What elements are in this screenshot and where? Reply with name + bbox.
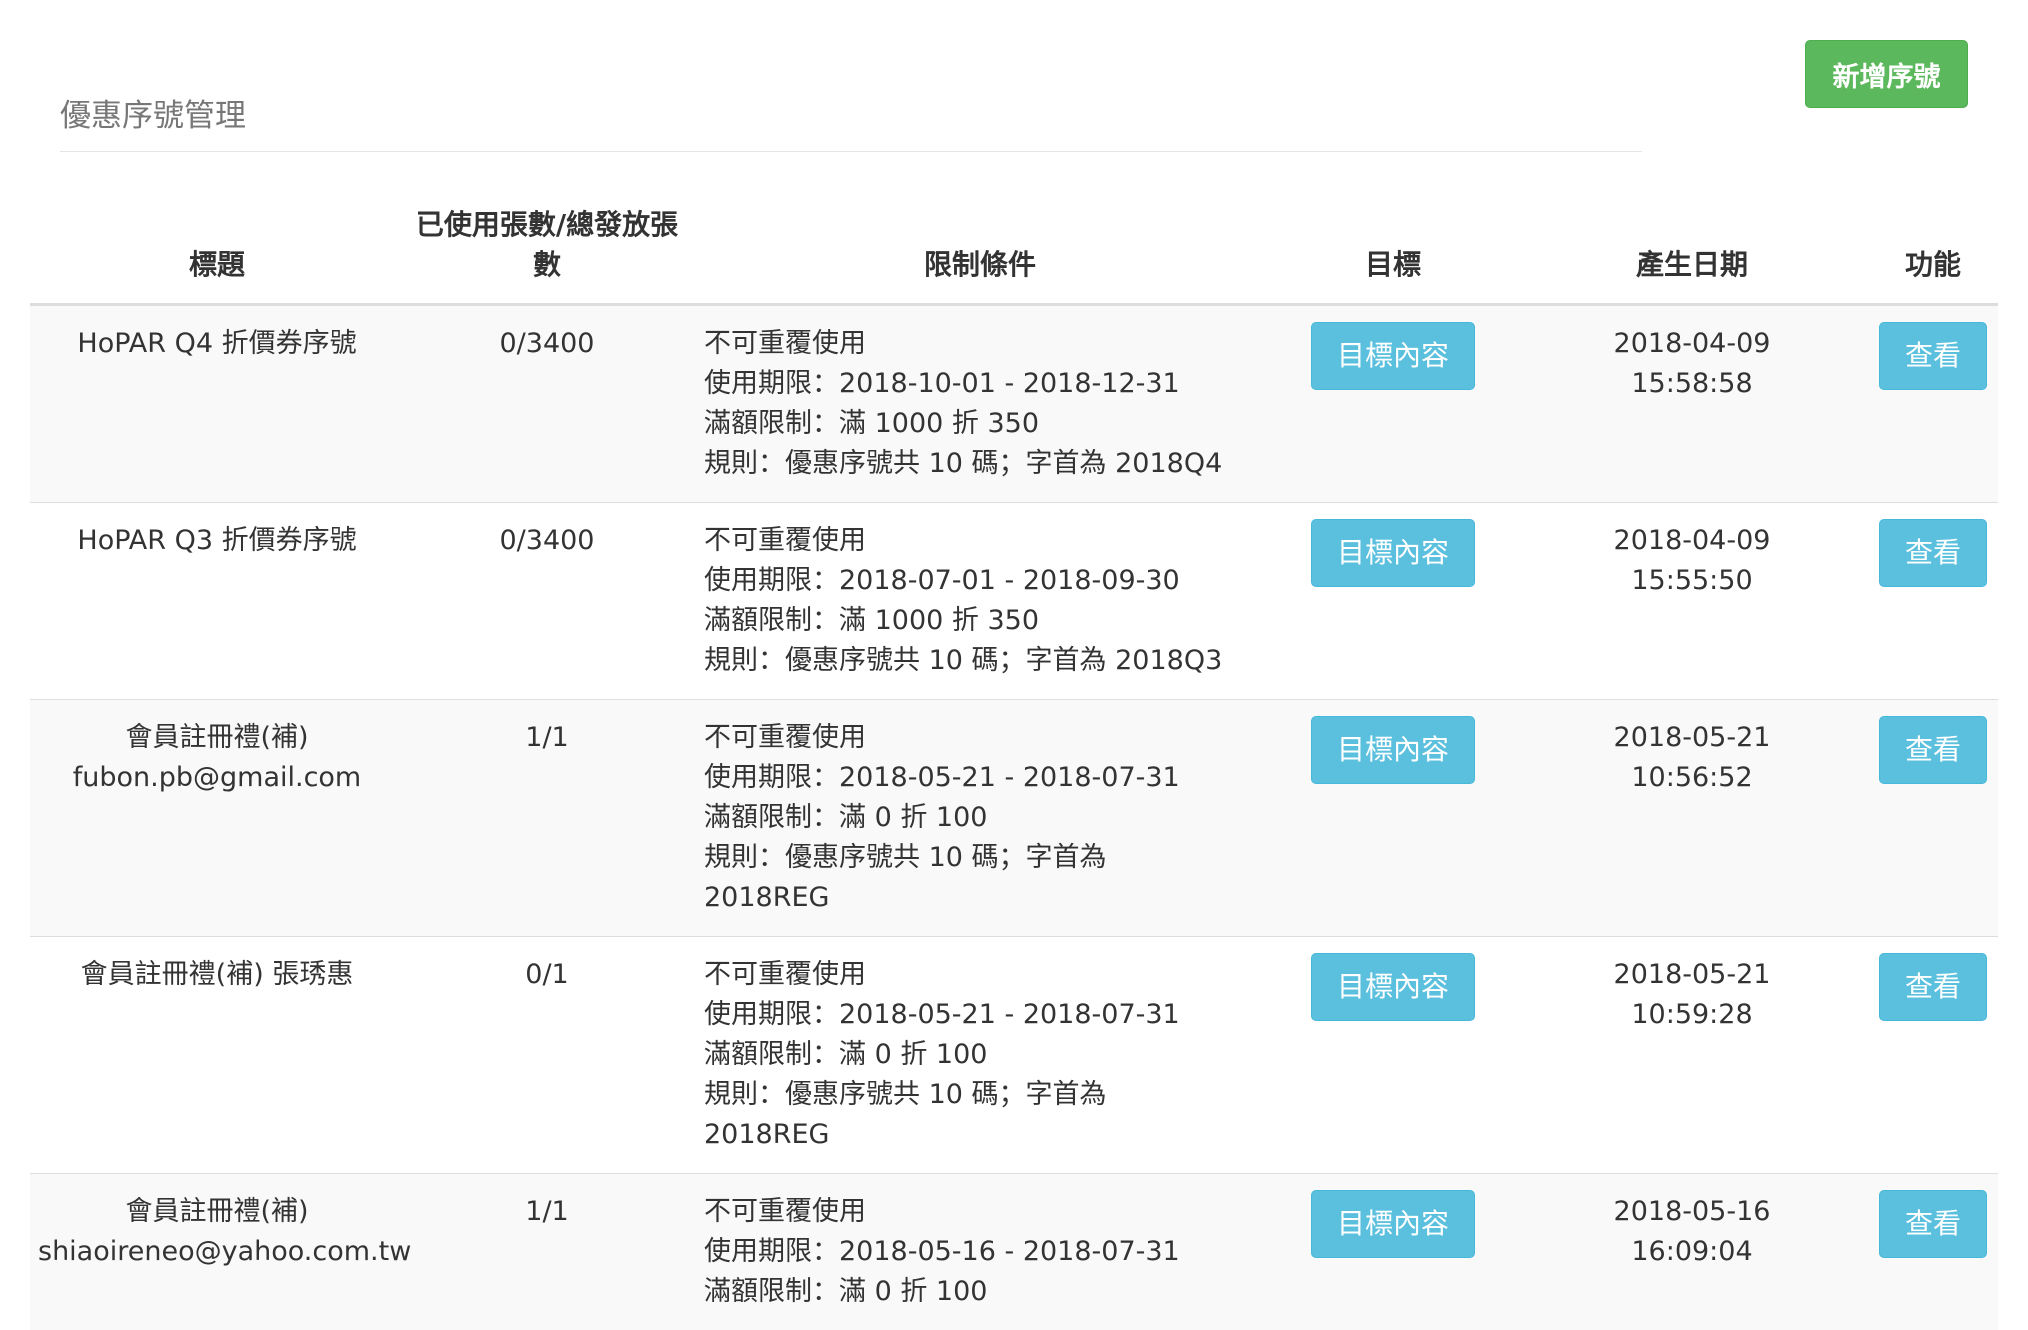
condition-line: 不可重覆使用 — [704, 721, 866, 753]
table-row: 會員註冊禮(補) 張琇惠 0/1 不可重覆使用 使用期限：2018-05-21 - 2… — [30, 935, 1998, 1173]
condition-line: 規則：優惠序號共 10 碼；字首為 — [704, 841, 1107, 873]
cell-title: 會員註冊禮(補) 張琇惠 — [30, 935, 404, 1173]
table-row: 會員註冊禮(補) shiaoireneo@yahoo.com.tw 1/1 不可重覆使… — [30, 1172, 1998, 1330]
cell-function: 查看 — [1868, 303, 1998, 502]
created-date: 2018-05-21 — [1613, 958, 1771, 990]
cell-target: 目標內容 — [1270, 1172, 1516, 1330]
column-header-conditions: 限制條件 — [690, 200, 1270, 306]
cell-target: 目標內容 — [1270, 501, 1516, 699]
created-time: 10:59:28 — [1631, 998, 1753, 1030]
coupon-table: 標題 已使用張數/總發放張數 限制條件 目標 產生日期 功能 HoPAR Q4 … — [30, 200, 1998, 1330]
cell-count: 1/1 — [404, 1172, 690, 1330]
cell-count: 0/1 — [404, 935, 690, 1173]
cell-date: 2018-05-21 10:59:28 — [1516, 935, 1868, 1173]
table-row: 會員註冊禮(補) fubon.pb@gmail.com 1/1 不可重覆使用 使用期限：… — [30, 698, 1998, 936]
cell-date: 2018-05-21 10:56:52 — [1516, 698, 1868, 936]
condition-line: 規則：優惠序號共 10 碼；字首為 — [704, 1078, 1107, 1110]
cell-target: 目標內容 — [1270, 303, 1516, 502]
table-row: HoPAR Q4 折價券序號 0/3400 不可重覆使用 使用期限：2018-10-0… — [30, 303, 1998, 502]
condition-line: 規則：優惠序號共 10 碼；字首為 2018Q3 — [704, 644, 1223, 676]
title-line: 會員註冊禮(補) 張琇惠 — [80, 958, 354, 990]
column-header-function: 功能 — [1868, 200, 1998, 306]
created-date: 2018-05-16 — [1613, 1195, 1771, 1227]
target-content-button[interactable]: 目標內容 — [1311, 518, 1475, 587]
cell-target: 目標內容 — [1270, 698, 1516, 936]
condition-line: 使用期限：2018-07-01 - 2018-09-30 — [704, 564, 1180, 596]
condition-line: 不可重覆使用 — [704, 524, 866, 556]
cell-date: 2018-05-16 16:09:04 — [1516, 1172, 1868, 1330]
cell-title: HoPAR Q3 折價券序號 — [30, 501, 404, 699]
condition-line: 使用期限：2018-05-21 - 2018-07-31 — [704, 998, 1180, 1030]
condition-line: 不可重覆使用 — [704, 327, 866, 359]
view-button[interactable]: 查看 — [1879, 321, 1987, 390]
created-time: 16:09:04 — [1631, 1235, 1753, 1267]
cell-function: 查看 — [1868, 935, 1998, 1173]
title-line: fubon.pb@gmail.com — [72, 761, 362, 793]
cell-title: 會員註冊禮(補) shiaoireneo@yahoo.com.tw — [30, 1172, 412, 1330]
condition-line: 2018REG — [704, 1118, 830, 1150]
created-date: 2018-04-09 — [1613, 327, 1771, 359]
cell-conditions: 不可重覆使用使用期限：2018-07-01 - 2018-09-30 滿額限制：滿… — [690, 501, 1270, 699]
column-header-count: 已使用張數/總發放張數 — [404, 200, 690, 306]
condition-line: 使用期限：2018-05-21 - 2018-07-31 — [704, 761, 1180, 793]
column-header-title: 標題 — [30, 200, 404, 306]
condition-line: 2018REG — [704, 881, 830, 913]
table-row: HoPAR Q3 折價券序號 0/3400 不可重覆使用 使用期限：2018-07-0… — [30, 501, 1998, 699]
cell-conditions: 不可重覆使用使用期限：2018-10-01 - 2018-12-31 滿額限制：滿… — [690, 303, 1270, 502]
target-content-button[interactable]: 目標內容 — [1311, 952, 1475, 1021]
condition-line: 不可重覆使用 — [704, 958, 866, 990]
title-divider — [60, 151, 1642, 152]
cell-date: 2018-04-09 15:58:58 — [1516, 303, 1868, 502]
condition-line: 不可重覆使用 — [704, 1195, 866, 1227]
condition-line: 滿額限制：滿 0 折 100 — [704, 801, 988, 833]
add-serial-button[interactable]: 新增序號 — [1805, 40, 1968, 108]
view-button[interactable]: 查看 — [1879, 715, 1987, 784]
cell-title: 會員註冊禮(補) fubon.pb@gmail.com — [30, 698, 404, 936]
cell-target: 目標內容 — [1270, 935, 1516, 1173]
view-button[interactable]: 查看 — [1879, 518, 1987, 587]
title-line: HoPAR Q4 折價券序號 — [77, 327, 357, 359]
page-title: 優惠序號管理 — [60, 98, 246, 134]
condition-line: 滿額限制：滿 0 折 100 — [704, 1275, 988, 1307]
cell-count: 0/3400 — [404, 501, 690, 699]
created-date: 2018-05-21 — [1613, 721, 1771, 753]
target-content-button[interactable]: 目標內容 — [1311, 321, 1475, 390]
condition-line: 滿額限制：滿 0 折 100 — [704, 1038, 988, 1070]
cell-count: 0/3400 — [404, 303, 690, 502]
table-header-row: 標題 已使用張數/總發放張數 限制條件 目標 產生日期 功能 — [30, 200, 1998, 306]
condition-line: 使用期限：2018-10-01 - 2018-12-31 — [704, 367, 1180, 399]
created-time: 15:58:58 — [1631, 367, 1753, 399]
cell-function: 查看 — [1868, 698, 1998, 936]
cell-conditions: 不可重覆使用使用期限：2018-05-21 - 2018-07-31 滿額限制：滿… — [690, 935, 1270, 1173]
title-line: shiaoireneo@yahoo.com.tw — [38, 1235, 412, 1267]
condition-line: 使用期限：2018-05-16 - 2018-07-31 — [704, 1235, 1180, 1267]
condition-line: 滿額限制：滿 1000 折 350 — [704, 407, 1039, 439]
target-content-button[interactable]: 目標內容 — [1311, 715, 1475, 784]
created-time: 10:56:52 — [1631, 761, 1753, 793]
view-button[interactable]: 查看 — [1879, 952, 1987, 1021]
created-time: 15:55:50 — [1631, 564, 1753, 596]
title-line: 會員註冊禮(補) — [125, 721, 309, 753]
cell-conditions: 不可重覆使用使用期限：2018-05-21 - 2018-07-31 滿額限制：滿… — [690, 698, 1270, 936]
cell-count: 1/1 — [404, 698, 690, 936]
view-button[interactable]: 查看 — [1879, 1189, 1987, 1258]
cell-conditions: 不可重覆使用使用期限：2018-05-16 - 2018-07-31 滿額限制：滿… — [690, 1172, 1270, 1330]
cell-function: 查看 — [1868, 501, 1998, 699]
column-header-date: 產生日期 — [1516, 200, 1868, 306]
title-line: HoPAR Q3 折價券序號 — [77, 524, 357, 556]
condition-line: 規則：優惠序號共 10 碼；字首為 2018Q4 — [704, 447, 1223, 479]
target-content-button[interactable]: 目標內容 — [1311, 1189, 1475, 1258]
cell-date: 2018-04-09 15:55:50 — [1516, 501, 1868, 699]
cell-function: 查看 — [1868, 1172, 1998, 1330]
column-header-target: 目標 — [1270, 200, 1516, 306]
cell-title: HoPAR Q4 折價券序號 — [30, 303, 404, 502]
created-date: 2018-04-09 — [1613, 524, 1771, 556]
title-line: 會員註冊禮(補) — [125, 1195, 309, 1227]
condition-line: 滿額限制：滿 1000 折 350 — [704, 604, 1039, 636]
